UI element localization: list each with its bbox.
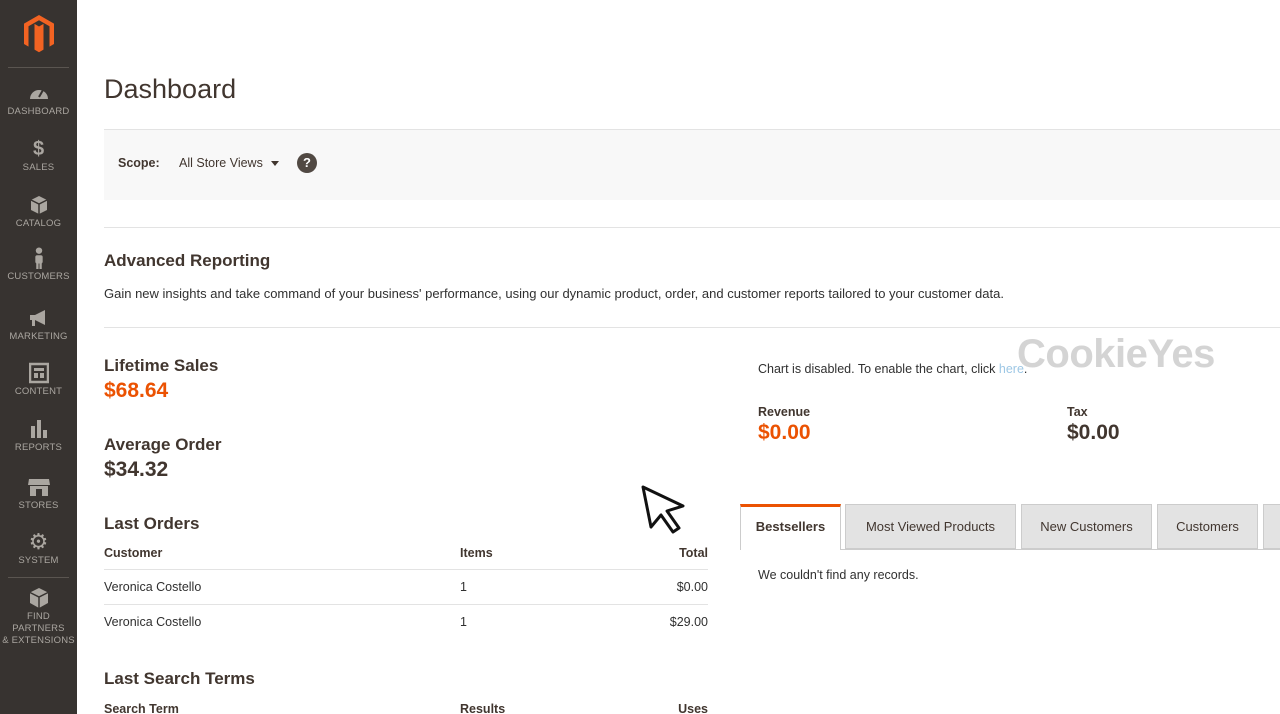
sidebar-item-find-partners[interactable]: FIND PARTNERS & EXTENSIONS (0, 587, 77, 647)
advanced-reporting-title[interactable]: Advanced Reporting (104, 251, 270, 271)
sidebar-item-label: CATALOG (15, 218, 62, 229)
sidebar-item-label-2: & EXTENSIONS (2, 635, 75, 646)
last-search-terms-table: Search Term Results Uses (104, 700, 708, 714)
admin-sidebar: DASHBOARD $ SALES CATALOG CUSTOMERS MARK… (0, 0, 77, 714)
revenue-label: Revenue (758, 405, 811, 419)
column-header: Items (460, 546, 493, 560)
sidebar-item-label: CONTENT (14, 386, 63, 397)
sidebar-item-label: DASHBOARD (7, 106, 70, 117)
average-order-label: Average Order (104, 435, 222, 454)
sidebar-item-label: STORES (18, 500, 59, 511)
sidebar-item-marketing[interactable]: MARKETING (0, 307, 77, 343)
column-header: Results (460, 702, 506, 714)
layout-icon (28, 362, 49, 384)
advanced-reporting-text: Gain new insights and take command of yo… (104, 286, 1004, 301)
tab-new-customers[interactable]: New Customers (1021, 504, 1152, 549)
column-header: Total (679, 546, 708, 560)
tab-most-viewed-products[interactable]: Most Viewed Products (845, 504, 1016, 549)
order-customer: Veronica Costello (104, 580, 202, 594)
order-total: $29.00 (669, 615, 708, 629)
sidebar-item-system[interactable]: ⚙ SYSTEM (0, 531, 77, 567)
last-orders-title: Last Orders (104, 514, 200, 533)
column-header: Search Term (104, 702, 179, 714)
order-items: 1 (460, 580, 467, 594)
sidebar-item-content[interactable]: CONTENT (0, 362, 77, 398)
last-orders-table: Customer Items Total Veronica Costello 1… (104, 544, 708, 640)
scope-switcher[interactable]: All Store Views (179, 156, 279, 170)
box-icon (30, 196, 47, 214)
column-header: Uses (678, 702, 708, 714)
table-row[interactable]: Veronica Costello 1 $0.00 (104, 570, 708, 605)
sidebar-item-customers[interactable]: CUSTOMERS (0, 247, 77, 283)
column-header: Customer (104, 546, 163, 560)
megaphone-icon (29, 310, 45, 326)
tab-customers[interactable]: Customers (1157, 504, 1258, 549)
revenue-value: $0.00 (758, 421, 811, 444)
sidebar-item-label: SYSTEM (18, 555, 59, 566)
sidebar-item-catalog[interactable]: CATALOG (0, 194, 77, 230)
sidebar-item-label: MARKETING (9, 331, 68, 342)
scope-bar: Scope: All Store Views ? (104, 129, 1280, 200)
order-items: 1 (460, 615, 467, 629)
sidebar-item-dashboard[interactable]: DASHBOARD (0, 82, 77, 118)
sidebar-item-label: SALES (22, 162, 55, 173)
order-customer: Veronica Costello (104, 615, 202, 629)
sidebar-item-label: FIND PARTNERS (12, 611, 65, 634)
tab-more[interactable] (1263, 504, 1280, 549)
sidebar-item-label: CUSTOMERS (7, 271, 70, 282)
sidebar-item-label: REPORTS (14, 442, 63, 453)
divider (104, 227, 1280, 228)
lifetime-sales-label: Lifetime Sales (104, 356, 219, 375)
sidebar-item-reports[interactable]: REPORTS (0, 418, 77, 454)
dashboard-icon (29, 89, 48, 99)
magento-logo-icon (23, 14, 54, 52)
scope-label: Scope: (118, 156, 160, 170)
sidebar-item-stores[interactable]: STORES (0, 476, 77, 512)
gear-icon: ⚙ (28, 529, 49, 554)
chart-disabled-message: Chart is disabled. To enable the chart, … (758, 362, 1028, 376)
last-search-terms-title: Last Search Terms (104, 669, 255, 688)
tax-label: Tax (1067, 405, 1088, 419)
mouse-cursor-icon (641, 485, 685, 534)
store-icon (27, 479, 50, 496)
average-order-value: $34.32 (104, 458, 169, 481)
table-row[interactable]: Veronica Costello 1 $29.00 (104, 605, 708, 640)
tab-bestsellers[interactable]: Bestsellers (740, 504, 841, 550)
scope-value: All Store Views (179, 156, 263, 170)
dollar-icon: $ (32, 138, 45, 160)
help-icon[interactable]: ? (297, 153, 317, 173)
cookieyes-watermark: CookieYes (1017, 332, 1215, 376)
divider (104, 327, 1280, 328)
table-header: Search Term Results Uses (104, 700, 708, 714)
no-records-message: We couldn't find any records. (758, 568, 919, 582)
chart-message-text: Chart is disabled. To enable the chart, … (758, 362, 999, 376)
chevron-down-icon (270, 161, 279, 167)
magento-logo[interactable] (8, 0, 69, 68)
page-title: Dashboard (104, 74, 237, 104)
sidebar-divider (8, 577, 69, 578)
bar-chart-icon (30, 420, 47, 438)
sidebar-item-sales[interactable]: $ SALES (0, 138, 77, 174)
main-content: Dashboard Scope: All Store Views ? Advan… (77, 0, 1280, 714)
table-header: Customer Items Total (104, 544, 708, 570)
person-icon (34, 247, 43, 269)
tax-value: $0.00 (1067, 421, 1120, 444)
lifetime-sales-value: $68.64 (104, 379, 169, 402)
cubes-icon (29, 588, 48, 608)
order-total: $0.00 (676, 580, 708, 594)
